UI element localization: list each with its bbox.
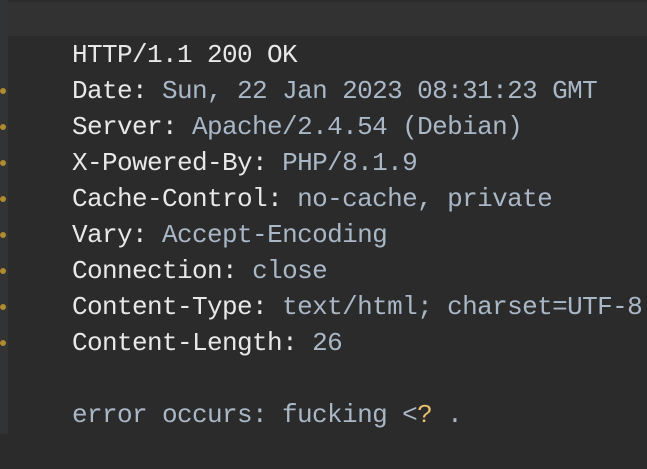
header-value: 26: [312, 328, 343, 358]
fold-marker-icon: [0, 304, 6, 310]
body-text-end: .: [432, 400, 463, 430]
editor-gutter: [0, 0, 8, 434]
http-response-viewer[interactable]: HTTP/1.1 200 OK Date: Sun, 22 Jan 2023 0…: [0, 0, 647, 434]
header-separator: :: [282, 328, 313, 358]
header-line-connection[interactable]: Connection: close: [12, 217, 328, 286]
fold-marker-icon: [0, 232, 6, 238]
fold-marker-icon: [0, 124, 6, 130]
fold-marker-icon: [0, 268, 6, 274]
response-body-line[interactable]: error occurs: fucking <? .: [12, 361, 463, 430]
header-line-cache-control[interactable]: Cache-Control: no-cache, private: [12, 145, 553, 214]
fold-marker-icon: [0, 160, 6, 166]
body-text: error occurs: fucking <: [72, 400, 418, 430]
header-line-server[interactable]: Server: Apache/2.4.54 (Debian): [12, 73, 523, 142]
header-line-date[interactable]: Date: Sun, 22 Jan 2023 08:31:23 GMT: [12, 37, 598, 106]
fold-marker-icon: [0, 340, 6, 346]
header-line-content-length[interactable]: Content-Length: 26: [12, 289, 343, 358]
header-line-content-type[interactable]: Content-Type: text/html; charset=UTF-8: [12, 253, 643, 322]
header-line-x-powered-by[interactable]: X-Powered-By: PHP/8.1.9: [12, 109, 418, 178]
fold-marker-icon: [0, 196, 6, 202]
status-line[interactable]: HTTP/1.1 200 OK: [12, 1, 298, 70]
body-highlight: ?: [417, 400, 433, 430]
header-line-vary[interactable]: Vary: Accept-Encoding: [12, 181, 388, 250]
fold-marker-icon: [0, 88, 6, 94]
header-key: Content-Length: [72, 328, 283, 358]
